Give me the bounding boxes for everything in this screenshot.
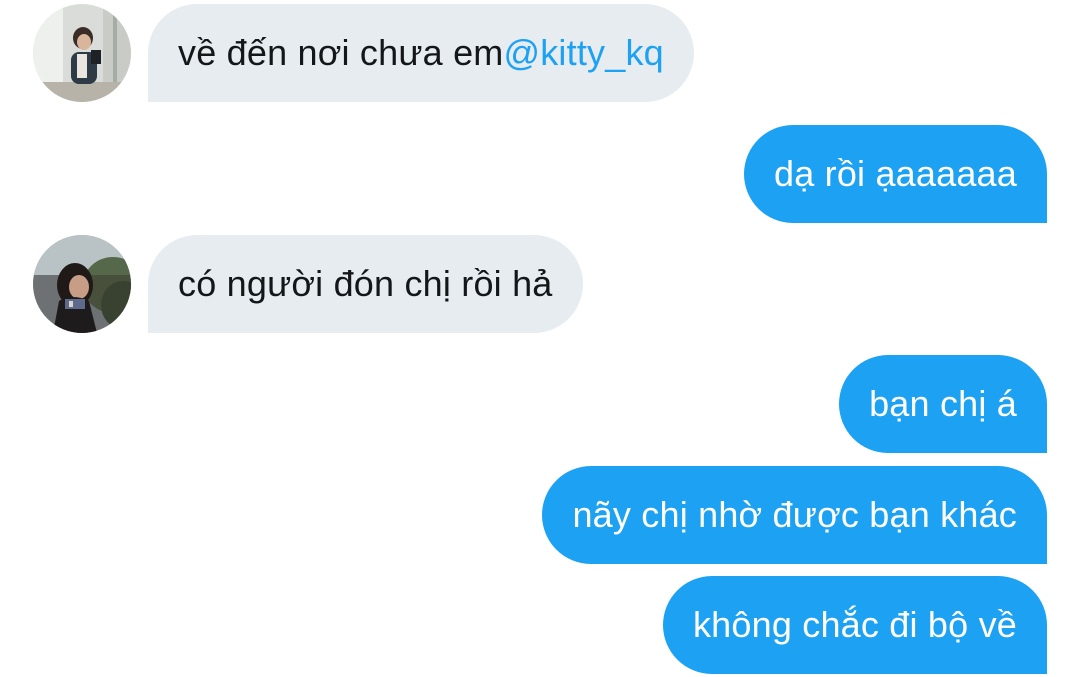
incoming-message[interactable]: về đến nơi chưa em @kitty_kq: [148, 4, 694, 102]
message-text: bạn chị á: [869, 383, 1017, 424]
message-text: dạ rồi ạaaaaaa: [773, 153, 1017, 194]
outgoing-message[interactable]: không chắc đi bộ về: [662, 576, 1047, 674]
message-text: nãy chị nhờ được bạn khác: [572, 494, 1017, 535]
chat-conversation: về đến nơi chưa em @kitty_kq dạ rồi ạaaa…: [0, 0, 1080, 677]
message-text: về đến nơi chưa em: [178, 32, 504, 73]
user-avatar-photo-icon: [33, 235, 131, 333]
mention-link[interactable]: @kitty_kq: [503, 35, 663, 71]
outgoing-message[interactable]: nãy chị nhờ được bạn khác: [542, 466, 1047, 564]
avatar[interactable]: [33, 235, 131, 333]
incoming-message[interactable]: có người đón chị rồi hả: [148, 235, 583, 333]
message-text: có người đón chị rồi hả: [178, 263, 553, 304]
message-text: không chắc đi bộ về: [692, 604, 1017, 645]
avatar[interactable]: [33, 4, 131, 102]
outgoing-message[interactable]: bạn chị á: [839, 355, 1047, 453]
outgoing-message[interactable]: dạ rồi ạaaaaaa: [743, 125, 1047, 223]
user-avatar-photo-icon: [33, 4, 131, 102]
